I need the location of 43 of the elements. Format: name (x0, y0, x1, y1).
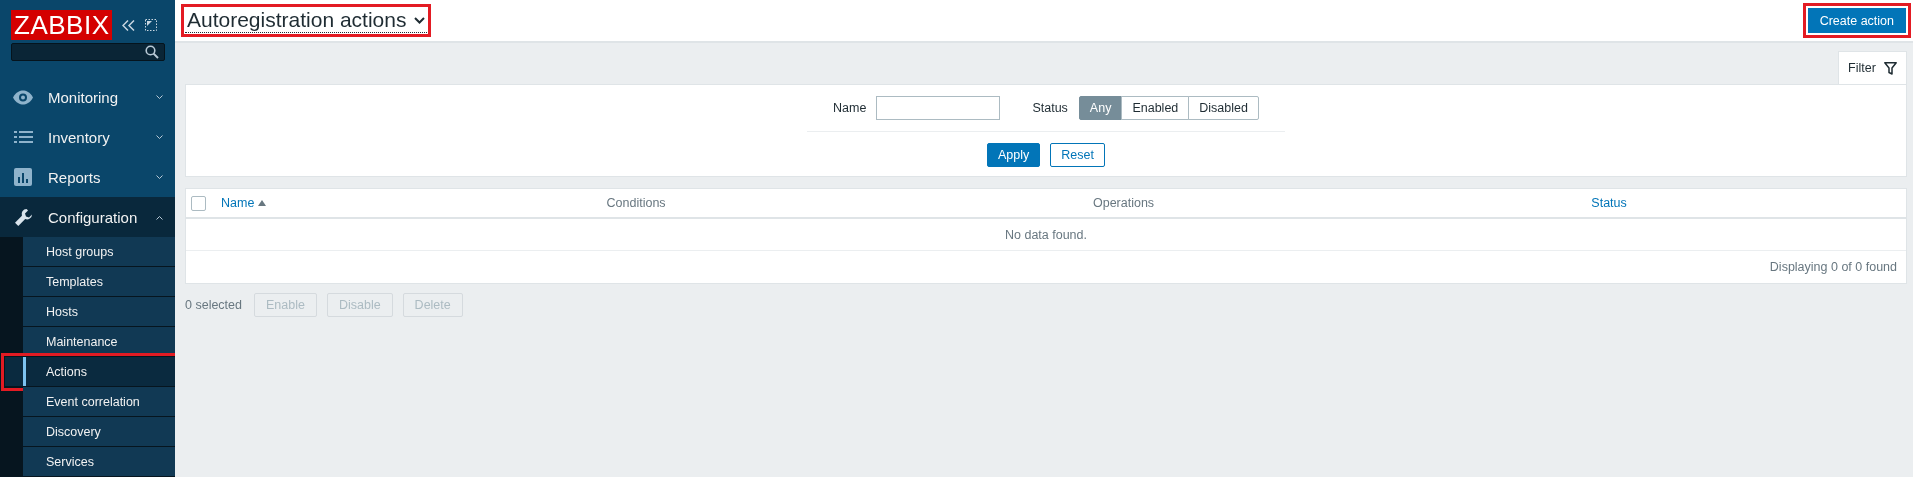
collapse-sidebar-icon[interactable] (122, 19, 136, 31)
bar-chart-icon (14, 168, 32, 186)
expand-icon (156, 94, 163, 100)
select-all-checkbox[interactable] (191, 195, 206, 211)
paging-summary: Displaying 0 of 0 found (1769, 260, 1897, 274)
menu-item[interactable]: Configuration (0, 197, 175, 237)
column-header[interactable]: Status (1591, 196, 1627, 210)
search-icon[interactable] (145, 45, 159, 59)
apply-button[interactable]: Apply (987, 143, 1041, 167)
menu-item[interactable]: Monitoring (0, 77, 175, 117)
submenu-item[interactable]: Hosts (23, 297, 175, 327)
list-icon (13, 131, 33, 143)
name-field[interactable] (876, 96, 1001, 120)
status-label: Status (1032, 101, 1068, 115)
submenu-item[interactable]: Services (23, 447, 175, 477)
search-field[interactable] (11, 43, 165, 61)
selected-count: 0 selected (185, 298, 242, 312)
submenu-item[interactable]: Templates (23, 267, 175, 297)
expand-icon (156, 174, 163, 180)
wrench-icon (13, 207, 33, 227)
menu-item[interactable]: Inventory (0, 117, 175, 157)
filter-icon (1883, 61, 1897, 75)
column-header[interactable]: Name (221, 196, 267, 210)
page-title-dropdown[interactable]: Autoregistration actions (185, 8, 428, 33)
empty-message: No data found. (1005, 227, 1087, 242)
collapse-icon (156, 214, 163, 220)
filter-tab[interactable]: Filter (1838, 51, 1907, 84)
caret-icon (414, 16, 426, 24)
expand-icon (156, 134, 163, 140)
submenu-item[interactable]: Discovery (23, 417, 175, 447)
eye-icon (12, 89, 34, 105)
status-option[interactable]: Disabled (1188, 96, 1259, 120)
kiosk-mode-icon[interactable] (145, 19, 158, 31)
submenu-item[interactable]: Event correlation (23, 387, 175, 417)
column-header: Operations (1092, 196, 1155, 210)
menu-item[interactable]: Reports (0, 157, 175, 197)
logo[interactable]: ZABBIX (11, 10, 113, 40)
column-header: Conditions (606, 196, 666, 210)
sort-ascending-icon (258, 200, 267, 206)
name-label: Name (833, 101, 867, 115)
status-option[interactable]: Enabled (1121, 96, 1190, 120)
submenu-item[interactable]: Host groups (23, 237, 175, 267)
reset-button[interactable]: Reset (1050, 143, 1105, 167)
